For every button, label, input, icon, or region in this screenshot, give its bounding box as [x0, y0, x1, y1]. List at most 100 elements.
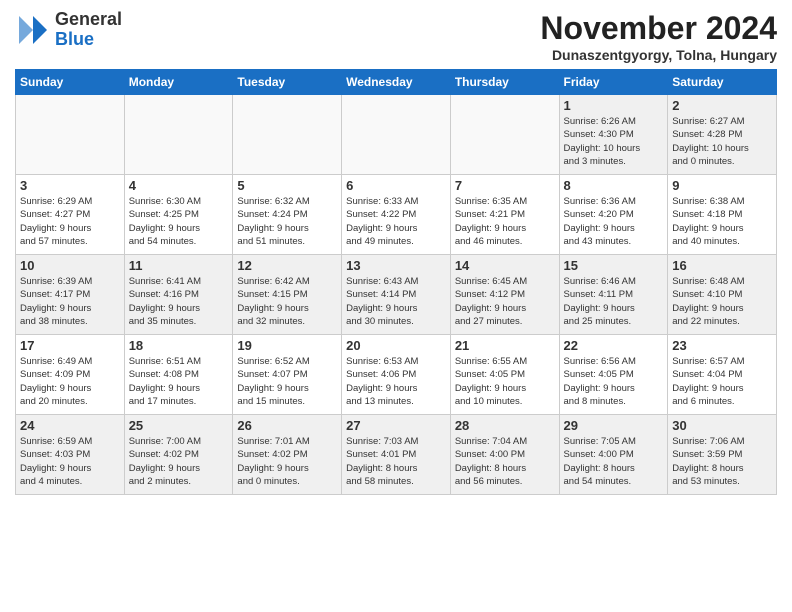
logo-blue-text: Blue: [55, 30, 122, 50]
calendar-cell: 21Sunrise: 6:55 AM Sunset: 4:05 PM Dayli…: [450, 335, 559, 415]
calendar-cell: 8 Sunrise: 6:36 AM Sunset: 4:20 PM Daylig…: [559, 175, 668, 255]
calendar-cell: 2Sunrise: 6:27 AM Sunset: 4:28 PM Daylig…: [668, 95, 777, 175]
day-number: 12: [237, 258, 337, 273]
day-info: Sunrise: 6:35 AM Sunset: 4:21 PM Dayligh…: [455, 195, 555, 248]
day-info: Sunrise: 6:51 AM Sunset: 4:08 PM Dayligh…: [129, 355, 229, 408]
calendar-week-1: 3 Sunrise: 6:29 AM Sunset: 4:27 PM Daylig…: [16, 175, 777, 255]
header-thursday: Thursday: [450, 70, 559, 95]
header-sunday: Sunday: [16, 70, 125, 95]
day-info: Sunrise: 7:00 AM Sunset: 4:02 PM Dayligh…: [129, 435, 229, 488]
day-number: 13: [346, 258, 446, 273]
calendar-cell: 28 Sunrise: 7:04 AM Sunset: 4:00 PM Dayli…: [450, 415, 559, 495]
header-saturday: Saturday: [668, 70, 777, 95]
calendar-cell: 15Sunrise: 6:46 AM Sunset: 4:11 PM Dayli…: [559, 255, 668, 335]
calendar-cell: 19Sunrise: 6:52 AM Sunset: 4:07 PM Dayli…: [233, 335, 342, 415]
day-number: 23: [672, 338, 772, 353]
day-info: Sunrise: 6:57 AM Sunset: 4:04 PM Dayligh…: [672, 355, 772, 408]
day-number: 30: [672, 418, 772, 433]
calendar-cell: 12 Sunrise: 6:42 AM Sunset: 4:15 PM Dayli…: [233, 255, 342, 335]
day-info: Sunrise: 6:59 AM Sunset: 4:03 PM Dayligh…: [20, 435, 120, 488]
calendar-cell: 10 Sunrise: 6:39 AM Sunset: 4:17 PM Dayli…: [16, 255, 125, 335]
day-info: Sunrise: 6:48 AM Sunset: 4:10 PM Dayligh…: [672, 275, 772, 328]
logo-icon: [15, 12, 51, 48]
day-number: 26: [237, 418, 337, 433]
day-info: Sunrise: 6:29 AM Sunset: 4:27 PM Dayligh…: [20, 195, 120, 248]
calendar-cell: 20Sunrise: 6:53 AM Sunset: 4:06 PM Dayli…: [342, 335, 451, 415]
title-section: November 2024 Dunaszentgyorgy, Tolna, Hu…: [540, 10, 777, 63]
calendar-cell: 29Sunrise: 7:05 AM Sunset: 4:00 PM Dayli…: [559, 415, 668, 495]
day-info: Sunrise: 6:26 AM Sunset: 4:30 PM Dayligh…: [564, 115, 664, 168]
calendar-cell: [233, 95, 342, 175]
month-title: November 2024: [540, 10, 777, 47]
day-info: Sunrise: 7:03 AM Sunset: 4:01 PM Dayligh…: [346, 435, 446, 488]
day-info: Sunrise: 6:38 AM Sunset: 4:18 PM Dayligh…: [672, 195, 772, 248]
calendar-week-2: 10 Sunrise: 6:39 AM Sunset: 4:17 PM Dayli…: [16, 255, 777, 335]
day-number: 5: [237, 178, 337, 193]
day-number: 4: [129, 178, 229, 193]
calendar-table: SundayMondayTuesdayWednesdayThursdayFrid…: [15, 69, 777, 495]
calendar-cell: [342, 95, 451, 175]
calendar-cell: 14Sunrise: 6:45 AM Sunset: 4:12 PM Dayli…: [450, 255, 559, 335]
day-number: 6: [346, 178, 446, 193]
day-info: Sunrise: 6:33 AM Sunset: 4:22 PM Dayligh…: [346, 195, 446, 248]
day-info: Sunrise: 7:06 AM Sunset: 3:59 PM Dayligh…: [672, 435, 772, 488]
calendar-cell: [16, 95, 125, 175]
day-number: 11: [129, 258, 229, 273]
calendar-cell: [124, 95, 233, 175]
calendar-cell: 23 Sunrise: 6:57 AM Sunset: 4:04 PM Dayli…: [668, 335, 777, 415]
calendar-week-4: 24 Sunrise: 6:59 AM Sunset: 4:03 PM Dayli…: [16, 415, 777, 495]
calendar-cell: 7 Sunrise: 6:35 AM Sunset: 4:21 PM Daylig…: [450, 175, 559, 255]
day-info: Sunrise: 6:30 AM Sunset: 4:25 PM Dayligh…: [129, 195, 229, 248]
calendar-cell: 13 Sunrise: 6:43 AM Sunset: 4:14 PM Dayli…: [342, 255, 451, 335]
calendar-cell: 26 Sunrise: 7:01 AM Sunset: 4:02 PM Dayli…: [233, 415, 342, 495]
calendar-week-3: 17 Sunrise: 6:49 AM Sunset: 4:09 PM Dayli…: [16, 335, 777, 415]
calendar-cell: 16 Sunrise: 6:48 AM Sunset: 4:10 PM Dayli…: [668, 255, 777, 335]
calendar-cell: 6 Sunrise: 6:33 AM Sunset: 4:22 PM Daylig…: [342, 175, 451, 255]
day-info: Sunrise: 6:32 AM Sunset: 4:24 PM Dayligh…: [237, 195, 337, 248]
day-number: 24: [20, 418, 120, 433]
day-number: 29: [564, 418, 664, 433]
header-tuesday: Tuesday: [233, 70, 342, 95]
day-number: 15: [564, 258, 664, 273]
day-number: 27: [346, 418, 446, 433]
calendar-cell: 5 Sunrise: 6:32 AM Sunset: 4:24 PM Daylig…: [233, 175, 342, 255]
day-number: 28: [455, 418, 555, 433]
calendar-cell: 17 Sunrise: 6:49 AM Sunset: 4:09 PM Dayli…: [16, 335, 125, 415]
calendar-header-row: SundayMondayTuesdayWednesdayThursdayFrid…: [16, 70, 777, 95]
calendar-cell: 30 Sunrise: 7:06 AM Sunset: 3:59 PM Dayli…: [668, 415, 777, 495]
day-number: 7: [455, 178, 555, 193]
day-info: Sunrise: 6:56 AM Sunset: 4:05 PM Dayligh…: [564, 355, 664, 408]
day-number: 17: [20, 338, 120, 353]
header-monday: Monday: [124, 70, 233, 95]
day-info: Sunrise: 6:42 AM Sunset: 4:15 PM Dayligh…: [237, 275, 337, 328]
day-info: Sunrise: 6:43 AM Sunset: 4:14 PM Dayligh…: [346, 275, 446, 328]
day-info: Sunrise: 7:01 AM Sunset: 4:02 PM Dayligh…: [237, 435, 337, 488]
calendar-cell: 27 Sunrise: 7:03 AM Sunset: 4:01 PM Dayli…: [342, 415, 451, 495]
day-info: Sunrise: 6:36 AM Sunset: 4:20 PM Dayligh…: [564, 195, 664, 248]
calendar-cell: 24 Sunrise: 6:59 AM Sunset: 4:03 PM Dayli…: [16, 415, 125, 495]
day-info: Sunrise: 6:49 AM Sunset: 4:09 PM Dayligh…: [20, 355, 120, 408]
header-friday: Friday: [559, 70, 668, 95]
location: Dunaszentgyorgy, Tolna, Hungary: [540, 47, 777, 63]
calendar-cell: [450, 95, 559, 175]
calendar-cell: 9 Sunrise: 6:38 AM Sunset: 4:18 PM Daylig…: [668, 175, 777, 255]
day-number: 10: [20, 258, 120, 273]
day-info: Sunrise: 7:04 AM Sunset: 4:00 PM Dayligh…: [455, 435, 555, 488]
day-number: 2: [672, 98, 772, 113]
day-number: 9: [672, 178, 772, 193]
day-info: Sunrise: 6:55 AM Sunset: 4:05 PM Dayligh…: [455, 355, 555, 408]
day-info: Sunrise: 6:45 AM Sunset: 4:12 PM Dayligh…: [455, 275, 555, 328]
header-wednesday: Wednesday: [342, 70, 451, 95]
day-number: 3: [20, 178, 120, 193]
day-info: Sunrise: 6:41 AM Sunset: 4:16 PM Dayligh…: [129, 275, 229, 328]
day-number: 25: [129, 418, 229, 433]
page-header: General Blue November 2024 Dunaszentgyor…: [15, 10, 777, 63]
day-number: 22: [564, 338, 664, 353]
day-number: 16: [672, 258, 772, 273]
calendar-cell: 3 Sunrise: 6:29 AM Sunset: 4:27 PM Daylig…: [16, 175, 125, 255]
calendar-cell: 4 Sunrise: 6:30 AM Sunset: 4:25 PM Daylig…: [124, 175, 233, 255]
day-number: 8: [564, 178, 664, 193]
calendar-cell: 18Sunrise: 6:51 AM Sunset: 4:08 PM Dayli…: [124, 335, 233, 415]
day-info: Sunrise: 6:39 AM Sunset: 4:17 PM Dayligh…: [20, 275, 120, 328]
day-info: Sunrise: 6:53 AM Sunset: 4:06 PM Dayligh…: [346, 355, 446, 408]
